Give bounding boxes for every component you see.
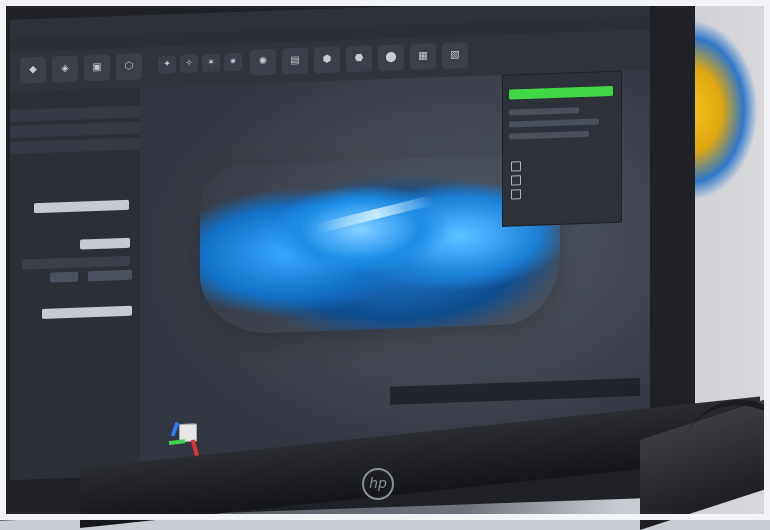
hp-logo-icon: hp — [362, 468, 394, 500]
axis-gizmo-icon[interactable] — [165, 413, 209, 459]
tool-icon[interactable]: ▧ — [442, 42, 468, 69]
tool-icon[interactable]: ⬤ — [378, 44, 404, 72]
tool-icon[interactable]: ◈ — [52, 55, 78, 83]
panel-button[interactable] — [50, 271, 78, 283]
tool-icon[interactable]: ⬣ — [346, 45, 372, 73]
panel-input[interactable] — [42, 305, 132, 319]
tool-icon[interactable]: ✶ — [202, 53, 220, 73]
tool-icon[interactable]: ◆ — [20, 56, 46, 84]
tool-icon[interactable]: ✺ — [250, 48, 276, 76]
laptop-screen: ◆ ◈ ▣ ⬡ ✦ ✧ ✶ ✷ ✺ ▤ ⬢ ⬣ ⬤ ▦ ▧ — [10, 0, 650, 481]
tool-icon[interactable]: ✧ — [180, 54, 198, 74]
panel-input[interactable] — [80, 237, 130, 250]
tool-icon[interactable]: ⬢ — [314, 46, 340, 74]
tool-icon[interactable]: ▤ — [282, 47, 308, 75]
left-panel — [10, 87, 141, 480]
panel-row — [509, 130, 589, 140]
x-axis — [168, 439, 186, 446]
checkbox[interactable] — [511, 175, 521, 186]
tool-icon[interactable]: ✷ — [224, 52, 242, 72]
panel-row[interactable] — [10, 121, 140, 138]
tool-icon[interactable]: ▣ — [84, 54, 110, 82]
progress-bar — [509, 85, 613, 100]
right-panel — [502, 70, 622, 227]
panel-row — [509, 118, 599, 128]
panel-row — [509, 107, 579, 116]
z-axis — [170, 421, 180, 437]
panel-row[interactable] — [10, 105, 140, 122]
panel-button[interactable] — [88, 269, 132, 282]
tool-icon[interactable]: ▦ — [410, 43, 436, 71]
checkbox[interactable] — [511, 161, 521, 172]
tool-icon[interactable]: ✦ — [158, 55, 176, 74]
tool-icon[interactable]: ⬡ — [116, 53, 142, 81]
panel-row[interactable] — [10, 137, 140, 154]
panel-slider[interactable] — [22, 255, 130, 270]
checkbox[interactable] — [511, 189, 521, 200]
panel-input[interactable] — [34, 199, 129, 214]
